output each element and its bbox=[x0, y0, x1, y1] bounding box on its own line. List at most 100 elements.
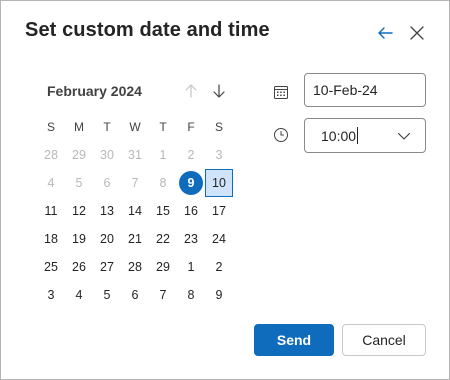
weekday-header: T bbox=[103, 120, 111, 134]
calendar-day[interactable]: 8 bbox=[149, 169, 177, 197]
calendar-day[interactable]: 30 bbox=[93, 141, 121, 169]
send-button[interactable]: Send bbox=[254, 324, 334, 356]
close-icon bbox=[410, 26, 424, 40]
arrow-down-icon bbox=[213, 84, 225, 98]
calendar-day-number: 22 bbox=[156, 232, 170, 246]
calendar-day[interactable]: 29 bbox=[149, 253, 177, 281]
calendar-day[interactable]: 1 bbox=[177, 253, 205, 281]
calendar-day[interactable]: 22 bbox=[149, 225, 177, 253]
calendar-day[interactable]: 28 bbox=[37, 141, 65, 169]
calendar-day-number: 18 bbox=[44, 232, 58, 246]
calendar-day[interactable]: 11 bbox=[37, 197, 65, 225]
calendar-day[interactable]: 24 bbox=[205, 225, 233, 253]
calendar-day[interactable]: 7 bbox=[121, 169, 149, 197]
calendar-day[interactable]: 8 bbox=[177, 281, 205, 309]
calendar-day-number: 1 bbox=[159, 148, 167, 162]
calendar-icon bbox=[272, 83, 290, 101]
calendar-day-number: 29 bbox=[72, 148, 86, 162]
arrow-left-icon bbox=[378, 27, 393, 39]
calendar-day-number: 8 bbox=[187, 288, 195, 302]
calendar-day-number: 29 bbox=[156, 260, 170, 274]
calendar-day[interactable]: 25 bbox=[37, 253, 65, 281]
arrow-up-icon bbox=[185, 84, 197, 98]
clock-icon bbox=[272, 126, 290, 144]
calendar-day-number: 12 bbox=[72, 204, 86, 218]
calendar-day[interactable]: 26 bbox=[65, 253, 93, 281]
calendar-day-number: 21 bbox=[128, 232, 142, 246]
calendar-day-number: 23 bbox=[184, 232, 198, 246]
calendar-day[interactable]: 1 bbox=[149, 141, 177, 169]
calendar-day-number: 19 bbox=[72, 232, 86, 246]
cancel-button[interactable]: Cancel bbox=[342, 324, 426, 356]
calendar-day[interactable]: 5 bbox=[93, 281, 121, 309]
weekday-header: S bbox=[214, 120, 223, 134]
calendar-day[interactable]: 21 bbox=[121, 225, 149, 253]
calendar-day-selected[interactable]: 10 bbox=[205, 169, 233, 197]
calendar-day[interactable]: 12 bbox=[65, 197, 93, 225]
calendar-day-number: 1 bbox=[187, 260, 195, 274]
time-dropdown[interactable]: 10:00 bbox=[304, 118, 426, 153]
calendar-day[interactable]: 13 bbox=[93, 197, 121, 225]
previous-month-button[interactable] bbox=[181, 81, 201, 101]
calendar-day[interactable]: 18 bbox=[37, 225, 65, 253]
calendar-day-number: 28 bbox=[128, 260, 142, 274]
calendar-day-today[interactable]: 9 bbox=[177, 169, 205, 197]
calendar-day[interactable]: 9 bbox=[205, 281, 233, 309]
calendar-day[interactable]: 19 bbox=[65, 225, 93, 253]
calendar-day-number: 2 bbox=[215, 260, 223, 274]
calendar-day[interactable]: 23 bbox=[177, 225, 205, 253]
calendar-day[interactable]: 28 bbox=[121, 253, 149, 281]
calendar-day[interactable]: 2 bbox=[177, 141, 205, 169]
calendar-day[interactable]: 6 bbox=[93, 169, 121, 197]
calendar-day-number: 4 bbox=[75, 288, 83, 302]
calendar-day[interactable]: 14 bbox=[121, 197, 149, 225]
back-button[interactable] bbox=[373, 21, 397, 45]
calendar-day-number: 4 bbox=[47, 176, 55, 190]
calendar-day[interactable]: 17 bbox=[205, 197, 233, 225]
calendar-day[interactable]: 7 bbox=[149, 281, 177, 309]
calendar-day-number: 8 bbox=[159, 176, 167, 190]
text-caret bbox=[357, 127, 359, 144]
calendar-day[interactable]: 3 bbox=[205, 141, 233, 169]
calendar-day-number: 30 bbox=[100, 148, 114, 162]
calendar-day-number: 3 bbox=[215, 148, 223, 162]
calendar-day-number: 26 bbox=[72, 260, 86, 274]
calendar-day-number: 5 bbox=[75, 176, 83, 190]
calendar-day[interactable]: 3 bbox=[37, 281, 65, 309]
month-label: February 2024 bbox=[47, 83, 142, 99]
calendar-day-number: 28 bbox=[44, 148, 58, 162]
calendar-day[interactable]: 6 bbox=[121, 281, 149, 309]
date-input[interactable] bbox=[304, 73, 426, 107]
dialog-title: Set custom date and time bbox=[25, 19, 270, 41]
calendar-day[interactable]: 16 bbox=[177, 197, 205, 225]
calendar-day[interactable]: 15 bbox=[149, 197, 177, 225]
calendar-day-number: 25 bbox=[44, 260, 58, 274]
chevron-down-icon[interactable] bbox=[397, 129, 411, 143]
calendar-day-number: 5 bbox=[103, 288, 111, 302]
close-button[interactable] bbox=[405, 21, 429, 45]
calendar-day-number: 20 bbox=[100, 232, 114, 246]
calendar-day[interactable]: 27 bbox=[93, 253, 121, 281]
custom-date-time-dialog: Set custom date and time February 2024 S… bbox=[0, 0, 450, 380]
calendar-day[interactable]: 29 bbox=[65, 141, 93, 169]
calendar-day-number: 7 bbox=[159, 288, 167, 302]
calendar-day-number: 6 bbox=[131, 288, 139, 302]
calendar-day-number: 10 bbox=[212, 176, 226, 190]
next-month-button[interactable] bbox=[209, 81, 229, 101]
calendar-day-number: 14 bbox=[128, 204, 142, 218]
time-value-text: 10:00 bbox=[321, 127, 357, 144]
weekday-header: W bbox=[129, 120, 141, 134]
calendar-day[interactable]: 20 bbox=[93, 225, 121, 253]
calendar-day[interactable]: 31 bbox=[121, 141, 149, 169]
calendar-day-number: 3 bbox=[47, 288, 55, 302]
calendar-day[interactable]: 2 bbox=[205, 253, 233, 281]
time-value: 10:00 bbox=[321, 127, 359, 144]
calendar-day-number: 11 bbox=[44, 204, 58, 218]
weekday-header: M bbox=[74, 120, 84, 134]
calendar-day[interactable]: 4 bbox=[37, 169, 65, 197]
calendar-day-number: 13 bbox=[100, 204, 114, 218]
weekday-header: S bbox=[46, 120, 55, 134]
calendar-day[interactable]: 5 bbox=[65, 169, 93, 197]
calendar-day-number: 7 bbox=[131, 176, 139, 190]
calendar-day[interactable]: 4 bbox=[65, 281, 93, 309]
